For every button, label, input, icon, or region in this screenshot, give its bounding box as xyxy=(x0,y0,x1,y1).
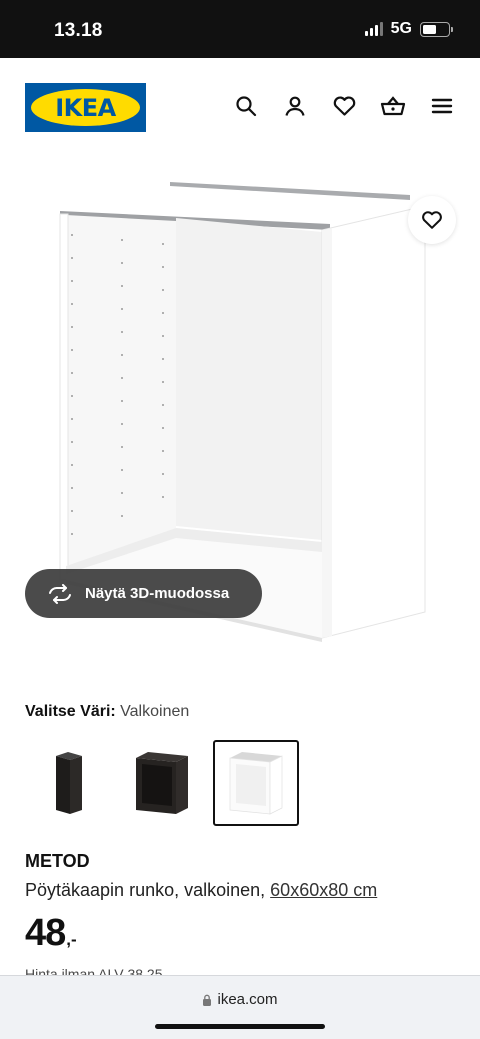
ikea-logo[interactable]: IKEA xyxy=(25,83,146,132)
favourite-button[interactable] xyxy=(408,196,456,244)
product-price: 48 ,- xyxy=(25,912,77,955)
product-brand: METOD xyxy=(25,851,90,871)
basket-icon[interactable] xyxy=(379,92,407,120)
logo-text: IKEA xyxy=(55,93,116,122)
product-description-text: Pöytäkaapin runko, valkoinen, xyxy=(25,880,266,900)
cabinet-thumbnail-white xyxy=(229,752,283,815)
status-bar: 13.18 5G xyxy=(0,0,480,58)
logo-oval: IKEA xyxy=(31,89,140,126)
swatch-white[interactable] xyxy=(213,740,299,826)
view-3d-button[interactable]: Näytä 3D-muodossa xyxy=(25,569,262,618)
heart-icon xyxy=(422,211,442,229)
color-value: Valkoinen xyxy=(120,703,190,720)
status-time: 13.18 xyxy=(54,20,103,41)
browser-bottom-bar: ikea.com xyxy=(0,975,480,1039)
color-label: Valitse Väri: xyxy=(25,703,116,720)
menu-icon[interactable] xyxy=(428,92,456,120)
rotate-3d-icon xyxy=(49,583,71,604)
status-indicators: 5G xyxy=(364,20,453,38)
price-decimal: ,- xyxy=(66,930,77,949)
lock-icon xyxy=(203,994,212,1006)
product-measurements-link[interactable]: 60x60x80 cm xyxy=(270,880,377,900)
home-indicator[interactable] xyxy=(155,1024,325,1029)
signal-icon xyxy=(364,22,383,36)
view-3d-label: Näytä 3D-muodossa xyxy=(85,585,230,602)
battery-icon xyxy=(420,21,453,37)
price-integer: 48 xyxy=(25,912,66,954)
url-text: ikea.com xyxy=(217,991,278,1008)
site-header: IKEA xyxy=(0,58,480,156)
color-selector-label: Valitse Väri: Valkoinen xyxy=(25,703,189,721)
header-actions xyxy=(232,92,456,120)
cabinet-thumbnail-dark xyxy=(136,752,188,814)
search-icon[interactable] xyxy=(232,92,260,120)
color-swatches xyxy=(25,740,299,826)
product-image[interactable]: Näytä 3D-muodossa xyxy=(0,160,480,660)
product-description: Pöytäkaapin runko, valkoinen, 60x60x80 c… xyxy=(25,880,377,901)
narrow-cabinet-thumbnail xyxy=(56,752,82,814)
network-type: 5G xyxy=(390,20,412,37)
user-icon[interactable] xyxy=(281,92,309,120)
address-bar[interactable]: ikea.com xyxy=(0,991,480,1008)
swatch-black-brown[interactable] xyxy=(119,740,205,826)
heart-icon[interactable] xyxy=(330,92,358,120)
swatch-black-brown-narrow[interactable] xyxy=(25,740,111,826)
